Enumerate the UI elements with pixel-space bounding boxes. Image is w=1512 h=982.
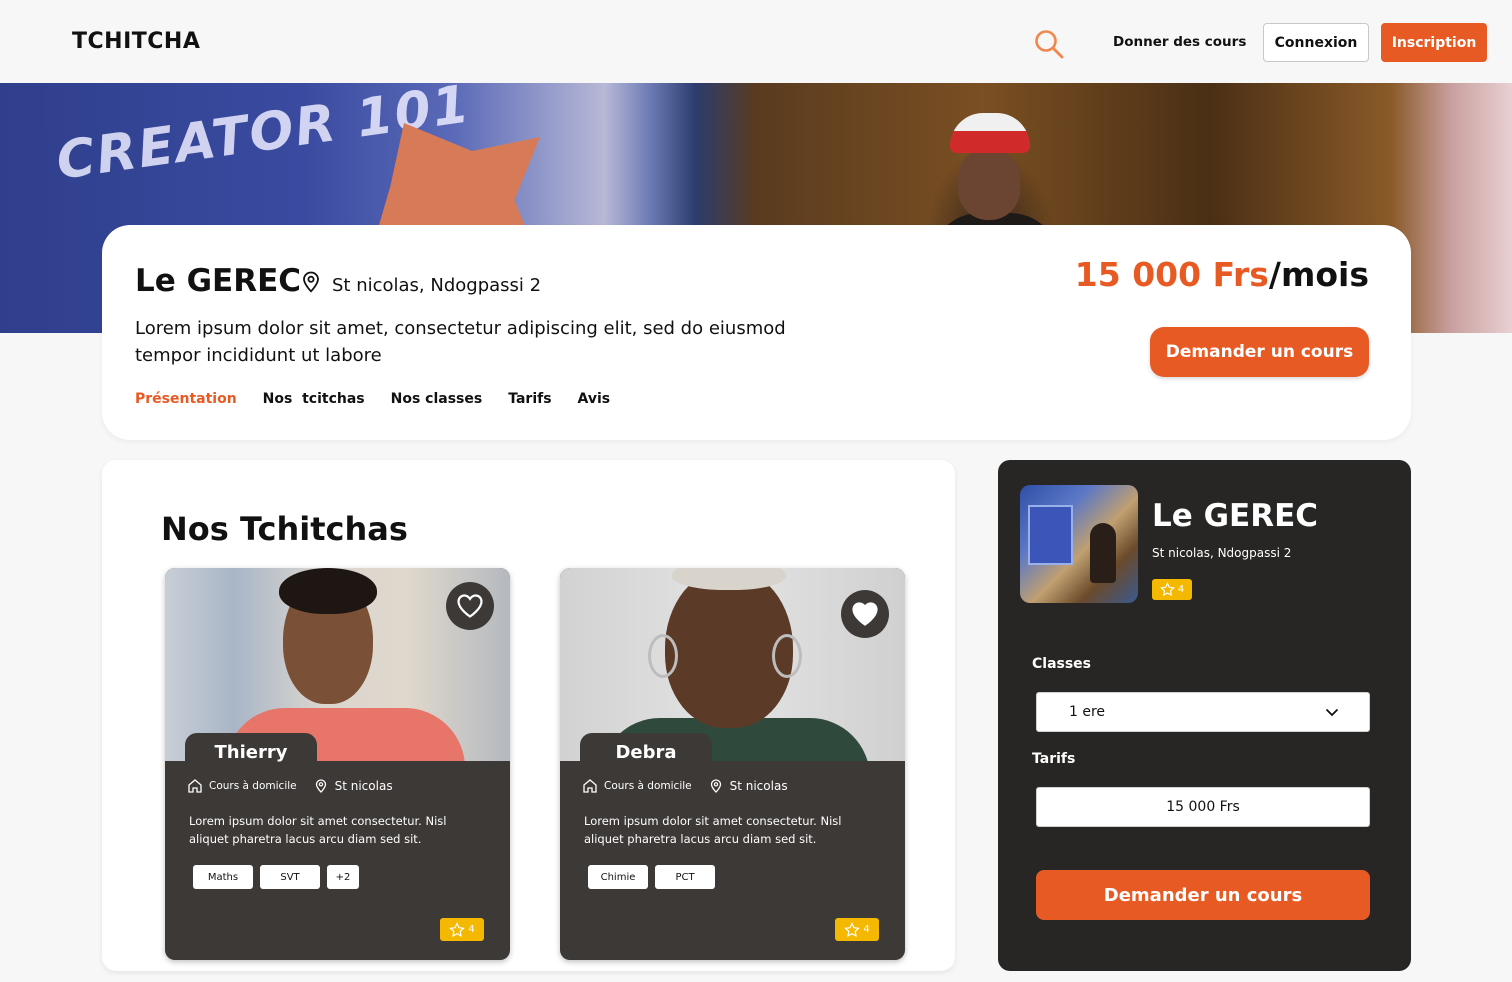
tutor-mode: Cours à domicile: [604, 780, 692, 792]
subject-chip: SVT: [260, 865, 320, 889]
rating-value: 4: [1177, 584, 1185, 595]
star-icon: [844, 921, 861, 937]
location-pin-icon: [303, 271, 319, 293]
request-course-button[interactable]: Demander un cours: [1036, 870, 1370, 920]
favorite-button[interactable]: [841, 590, 889, 638]
tchitchas-title: Nos Tchitchas: [161, 510, 408, 548]
tutor-location: St nicolas: [334, 779, 393, 793]
school-tabs: Présentation Nos tcitchas Nos classes Ta…: [135, 391, 610, 407]
heart-icon: [852, 602, 878, 626]
tchitchas-panel: Nos Tchitchas Thierry Cours à domicile S…: [102, 460, 955, 971]
login-button[interactable]: Connexion: [1263, 23, 1369, 62]
request-course-button[interactable]: Demander un cours: [1150, 327, 1369, 377]
subject-chip: Chimie: [588, 865, 648, 889]
tarif-field: 15 000 Frs: [1036, 787, 1370, 827]
top-header: TCHITCHA Donner des cours Connexion Insc…: [0, 0, 1512, 83]
school-thumbnail: [1020, 485, 1138, 603]
teach-link[interactable]: Donner des cours: [1113, 34, 1246, 50]
school-description: Lorem ipsum dolor sit amet, consectetur …: [135, 318, 786, 366]
logo[interactable]: TCHITCHA: [72, 29, 200, 54]
class-select[interactable]: 1 ere: [1036, 692, 1370, 732]
classes-label: Classes: [1032, 656, 1092, 672]
tab-nos-classes[interactable]: Nos classes: [391, 391, 483, 407]
subject-chip: Maths: [193, 865, 253, 889]
school-name: Le GEREC: [135, 263, 301, 299]
tutor-meta: Cours à domicile St nicolas: [187, 778, 393, 794]
school-info-card: Le GEREC St nicolas, Ndogpassi 2 Lorem i…: [102, 225, 1411, 440]
tab-presentation[interactable]: Présentation: [135, 391, 237, 407]
more-subjects-chip[interactable]: +2: [327, 865, 359, 889]
rating-value: 4: [863, 924, 870, 935]
subject-chip: PCT: [655, 865, 715, 889]
chevron-down-icon: [1325, 708, 1339, 716]
tutor-mode: Cours à domicile: [209, 780, 297, 792]
price-amount: 15 000 Frs: [1074, 255, 1269, 294]
school-price: 15 000 Frs/mois: [1075, 255, 1369, 294]
price-unit: /mois: [1268, 255, 1369, 294]
class-select-value: 1 ere: [1069, 704, 1106, 720]
tab-avis[interactable]: Avis: [578, 391, 611, 407]
tab-nos-tcitchas[interactable]: Nos tcitchas: [263, 391, 365, 407]
rating-badge: 4: [835, 918, 879, 941]
home-icon: [188, 779, 202, 793]
booking-school-location: St nicolas, Ndogpassi 2: [1152, 546, 1292, 560]
tarifs-label: Tarifs: [1032, 751, 1076, 767]
star-icon: [449, 921, 466, 937]
tutor-name: Debra: [580, 733, 712, 771]
tutor-name: Thierry: [185, 733, 317, 771]
search-icon[interactable]: [1033, 28, 1065, 60]
tutor-description: Lorem ipsum dolor sit amet consectetur. …: [189, 814, 447, 846]
tutor-meta: Cours à domicile St nicolas: [582, 778, 788, 794]
tutor-description: Lorem ipsum dolor sit amet consectetur. …: [584, 814, 842, 846]
tutor-card[interactable]: Thierry Cours à domicile St nicolas Lore…: [165, 568, 510, 960]
favorite-button[interactable]: [446, 582, 494, 630]
tutor-card[interactable]: Debra Cours à domicile St nicolas Lorem …: [560, 568, 905, 960]
booking-school-name: Le GEREC: [1152, 498, 1318, 534]
subject-chips: Chimie PCT: [588, 865, 715, 889]
star-icon: [1159, 582, 1175, 597]
subject-chips: Maths SVT +2: [193, 865, 359, 889]
home-icon: [583, 779, 597, 793]
heart-icon: [457, 594, 483, 618]
tab-tarifs[interactable]: Tarifs: [508, 391, 551, 407]
signup-button[interactable]: Inscription: [1381, 23, 1487, 62]
location-pin-icon: [710, 779, 721, 793]
rating-badge: 4: [440, 918, 484, 941]
rating-badge: 4: [1152, 579, 1192, 600]
location-pin-icon: [315, 779, 326, 793]
booking-panel: Le GEREC St nicolas, Ndogpassi 2 4 Class…: [998, 460, 1411, 971]
tutor-location: St nicolas: [729, 779, 788, 793]
school-location: St nicolas, Ndogpassi 2: [332, 275, 542, 296]
rating-value: 4: [468, 924, 475, 935]
